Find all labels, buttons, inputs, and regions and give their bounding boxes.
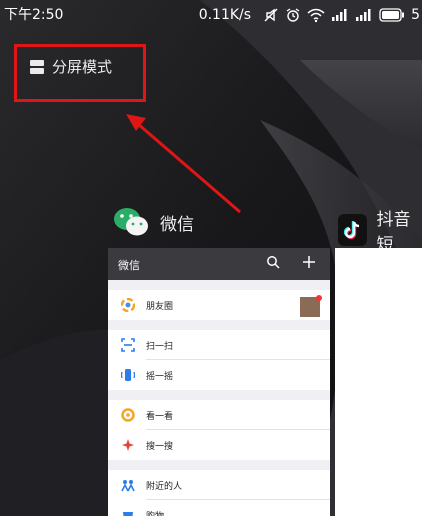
status-time: 下午2:50 [4, 7, 64, 23]
list-item-label: 搜一搜 [146, 441, 174, 452]
list-item-top-stories[interactable]: 看一看 [108, 400, 330, 430]
status-icons: 0.11K/s 5 [199, 0, 422, 30]
moments-icon [120, 297, 136, 313]
network-speed: 0.11K/s [198, 7, 252, 23]
douyin-logo-icon [338, 214, 367, 246]
battery-icon [379, 8, 405, 22]
list-item-moments[interactable]: 朋友圈 [108, 290, 330, 320]
signal-icon-2 [356, 9, 371, 21]
list-item-label: 附近的人 [146, 481, 183, 492]
list-item-shopping[interactable]: 购物 [108, 500, 330, 516]
people-nearby-icon [120, 477, 136, 493]
wechat-app-name: 微信 [160, 214, 194, 235]
shopping-icon [120, 507, 136, 516]
mute-icon [264, 8, 278, 22]
search-icon[interactable] [266, 255, 280, 269]
wechat-card-title: 微信 [118, 259, 140, 272]
wifi-icon [307, 8, 325, 23]
list-item-label: 摇一摇 [146, 371, 174, 382]
wechat-app-card[interactable]: 微信 朋友圈 扫一扫 摇一摇 看一看 搜一搜 附近的人 [108, 248, 330, 516]
wechat-logo-icon [114, 208, 148, 236]
douyin-app-card[interactable] [335, 248, 422, 516]
list-item-scan[interactable]: 扫一扫 [108, 330, 330, 360]
list-item-label: 看一看 [146, 411, 174, 422]
top-stories-icon [120, 407, 136, 423]
search-feature-icon [120, 437, 136, 453]
list-item-label: 朋友圈 [146, 301, 174, 312]
alarm-icon [286, 8, 300, 22]
status-bar: 下午2:50 0.11K/s 5 [0, 0, 422, 30]
list-item-shake[interactable]: 摇一摇 [108, 360, 330, 390]
wechat-app-header[interactable]: 微信 [112, 205, 194, 239]
notification-dot [316, 295, 322, 301]
list-item-label: 扫一扫 [146, 341, 174, 352]
list-item-search[interactable]: 搜一搜 [108, 430, 330, 460]
battery-level: 5 [411, 7, 420, 23]
list-item-people-nearby[interactable]: 附近的人 [108, 470, 330, 500]
scan-icon [120, 337, 136, 353]
list-item-label: 购物 [146, 509, 164, 516]
add-icon[interactable] [302, 255, 316, 269]
highlight-box [14, 44, 146, 102]
shake-icon [120, 367, 136, 383]
signal-icon [332, 9, 347, 21]
wechat-card-titlebar: 微信 [108, 248, 330, 280]
